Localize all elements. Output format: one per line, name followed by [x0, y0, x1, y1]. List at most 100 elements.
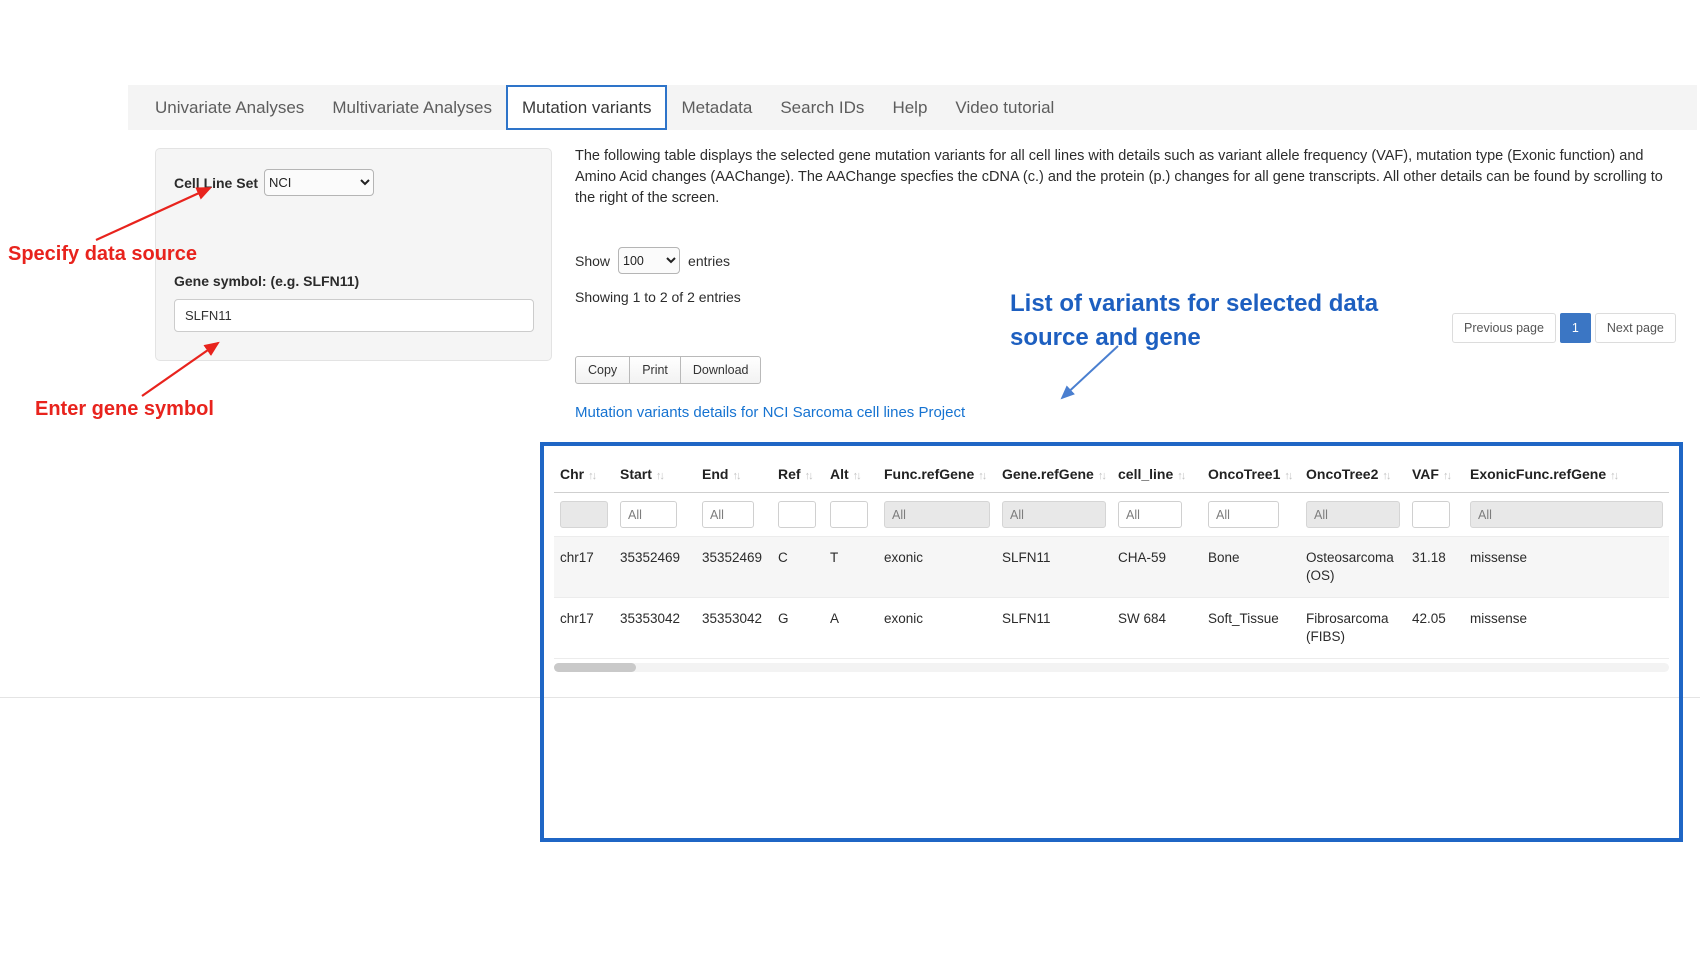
- column-label: Chr: [560, 466, 584, 482]
- column-header-alt[interactable]: Alt ↑↓: [824, 458, 878, 493]
- cell-start: 35352469: [614, 537, 696, 598]
- cell-exonicfunc-refgene: missense: [1464, 598, 1669, 659]
- tab-metadata[interactable]: Metadata: [667, 85, 766, 130]
- sort-icon: ↑↓: [1177, 470, 1184, 482]
- cell-ref: G: [772, 598, 824, 659]
- cell-vaf: 42.05: [1406, 598, 1464, 659]
- next-page-button[interactable]: Next page: [1595, 313, 1676, 343]
- filter-exonicfunc-refgene[interactable]: [1470, 501, 1663, 528]
- sort-icon: ↑↓: [853, 470, 860, 482]
- filter-cell: [1202, 493, 1300, 537]
- sort-icon: ↑↓: [1098, 470, 1105, 482]
- column-header-oncotree2[interactable]: OncoTree2↑↓: [1300, 458, 1406, 493]
- filter-oncotree2[interactable]: [1306, 501, 1400, 528]
- cell-line-set-label: Cell Line Set: [174, 175, 258, 191]
- table-row[interactable]: chr173535246935352469CTexonicSLFN11CHA-5…: [554, 537, 1669, 598]
- annotation-enter-gene-symbol: Enter gene symbol: [35, 398, 214, 421]
- tab-video-tutorial[interactable]: Video tutorial: [941, 85, 1068, 130]
- entries-label: entries: [688, 253, 730, 269]
- page-length-control: Show 100 entries: [575, 247, 730, 274]
- column-label: OncoTree1: [1208, 466, 1280, 482]
- sort-icon: ↑↓: [1284, 470, 1291, 482]
- column-label: VAF: [1412, 466, 1439, 482]
- annotation-list-of-variants: List of variants for selected data sourc…: [1010, 287, 1442, 355]
- cell-chr: chr17: [554, 537, 614, 598]
- column-header-chr[interactable]: Chr ↑↓: [554, 458, 614, 493]
- column-header-func-refgene[interactable]: Func.refGene↑↓: [878, 458, 996, 493]
- cell-oncotree2: Osteosarcoma (OS): [1300, 537, 1406, 598]
- cell-line-set-select[interactable]: NCI: [264, 169, 374, 196]
- filter-cell: [1300, 493, 1406, 537]
- cell-cell-line: CHA-59: [1112, 537, 1202, 598]
- filter-cell: [772, 493, 824, 537]
- cell-alt: T: [824, 537, 878, 598]
- copy-button[interactable]: Copy: [575, 356, 630, 384]
- table-row[interactable]: chr173535304235353042GAexonicSLFN11SW 68…: [554, 598, 1669, 659]
- filter-cell: [1112, 493, 1202, 537]
- column-header-ref[interactable]: Ref↑↓: [772, 458, 824, 493]
- filter-chr[interactable]: [560, 501, 608, 528]
- filter-alt[interactable]: [830, 501, 868, 528]
- column-header-exonicfunc-refgene[interactable]: ExonicFunc.refGene↑↓: [1464, 458, 1669, 493]
- filter-func-refgene[interactable]: [884, 501, 990, 528]
- cell-func-refgene: exonic: [878, 598, 996, 659]
- cell-oncotree2: Fibrosarcoma (FIBS): [1300, 598, 1406, 659]
- filter-ref[interactable]: [778, 501, 816, 528]
- variants-table-container: Chr↑↓Start↑↓End↑↓Ref↑↓Alt↑↓Func.refGene↑…: [544, 446, 1679, 672]
- pagination: Previous page 1 Next page: [1452, 313, 1676, 343]
- sort-icon: ↑↓: [732, 470, 739, 482]
- filter-oncotree1[interactable]: [1208, 501, 1279, 528]
- tab-help[interactable]: Help: [878, 85, 941, 130]
- tab-mutation-variants[interactable]: Mutation variants: [506, 85, 667, 130]
- cell-alt: A: [824, 598, 878, 659]
- print-button[interactable]: Print: [629, 356, 681, 384]
- current-page-button[interactable]: 1: [1560, 313, 1591, 343]
- cell-exonicfunc-refgene: missense: [1464, 537, 1669, 598]
- download-button[interactable]: Download: [680, 356, 762, 384]
- table-highlight-box: Chr↑↓Start↑↓End↑↓Ref↑↓Alt↑↓Func.refGene↑…: [540, 442, 1683, 842]
- sort-icon: ↑↓: [1382, 470, 1389, 482]
- cell-oncotree1: Soft_Tissue: [1202, 598, 1300, 659]
- table-description: The following table displays the selecte…: [575, 146, 1665, 209]
- filter-cell-line[interactable]: [1118, 501, 1182, 528]
- sort-icon: ↑↓: [1443, 470, 1450, 482]
- show-label: Show: [575, 253, 610, 269]
- gene-symbol-input[interactable]: [174, 299, 534, 332]
- cell-ref: C: [772, 537, 824, 598]
- column-header-gene-refgene[interactable]: Gene.refGene↑↓: [996, 458, 1112, 493]
- annotation-specify-data-source: Specify data source: [8, 243, 197, 266]
- previous-page-button[interactable]: Previous page: [1452, 313, 1556, 343]
- filter-gene-refgene[interactable]: [1002, 501, 1106, 528]
- export-buttons: Copy Print Download: [575, 356, 761, 384]
- variants-table: Chr↑↓Start↑↓End↑↓Ref↑↓Alt↑↓Func.refGene↑…: [554, 458, 1669, 659]
- gene-symbol-label: Gene symbol: (e.g. SLFN11): [174, 273, 359, 289]
- mutation-variants-page: Univariate Analyses Multivariate Analyse…: [0, 0, 1700, 956]
- filter-cell: [614, 493, 696, 537]
- column-label: ExonicFunc.refGene: [1470, 466, 1606, 482]
- scrollbar-thumb[interactable]: [554, 663, 636, 672]
- tab-univariate-analyses[interactable]: Univariate Analyses: [141, 85, 318, 130]
- tab-search-ids[interactable]: Search IDs: [766, 85, 878, 130]
- filter-start[interactable]: [620, 501, 677, 528]
- column-header-start[interactable]: Start↑↓: [614, 458, 696, 493]
- filter-vaf[interactable]: [1412, 501, 1450, 528]
- horizontal-scrollbar[interactable]: [554, 663, 1669, 672]
- column-header-vaf[interactable]: VAF ↑↓: [1406, 458, 1464, 493]
- table-caption-link[interactable]: Mutation variants details for NCI Sarcom…: [575, 404, 965, 421]
- column-header-oncotree1[interactable]: OncoTree1 ↑↓: [1202, 458, 1300, 493]
- column-label: Start: [620, 466, 652, 482]
- filter-end[interactable]: [702, 501, 754, 528]
- cell-gene-refgene: SLFN11: [996, 598, 1112, 659]
- tab-multivariate-analyses[interactable]: Multivariate Analyses: [318, 85, 506, 130]
- column-header-cell-line[interactable]: cell_line↑↓: [1112, 458, 1202, 493]
- sort-icon: ↑↓: [588, 470, 595, 482]
- input-panel: Cell Line Set NCI Gene symbol: (e.g. SLF…: [155, 148, 552, 361]
- column-header-end[interactable]: End ↑↓: [696, 458, 772, 493]
- column-label: Alt: [830, 466, 849, 482]
- page-length-select[interactable]: 100: [618, 247, 680, 274]
- sort-icon: ↑↓: [805, 470, 812, 482]
- column-label: End: [702, 466, 728, 482]
- filter-cell: [554, 493, 614, 537]
- filter-cell: [824, 493, 878, 537]
- cell-end: 35353042: [696, 598, 772, 659]
